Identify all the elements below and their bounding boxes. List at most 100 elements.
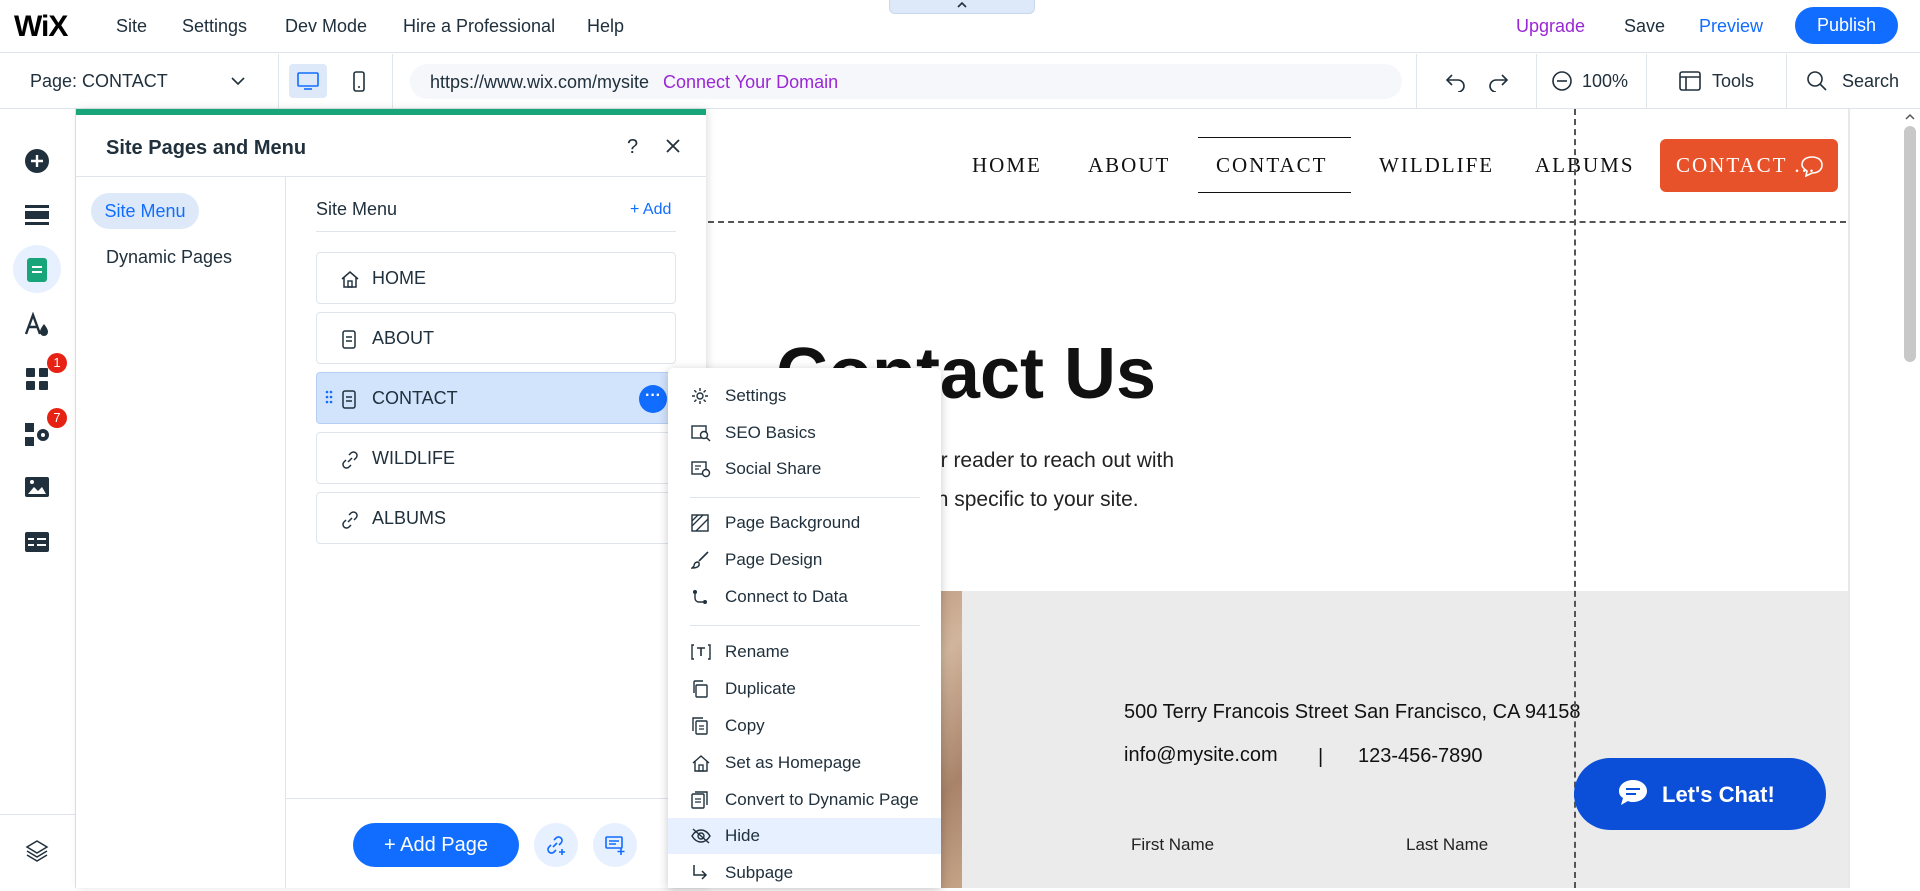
divider [690, 497, 920, 498]
tab-site-menu[interactable]: Site Menu [91, 193, 199, 229]
page-item-label: CONTACT [372, 388, 458, 408]
divider [278, 54, 279, 109]
ctx-rename[interactable]: Rename [668, 634, 941, 670]
site-nav-about[interactable]: ABOUT [1088, 153, 1170, 178]
tools-icon[interactable] [1678, 70, 1702, 92]
duplicate-icon [693, 680, 708, 698]
page-item-albums[interactable]: ALBUMS [316, 492, 676, 544]
ctx-label: Duplicate [725, 679, 796, 698]
divider [0, 814, 76, 815]
phone-text[interactable]: 123-456-7890 [1358, 745, 1483, 768]
gear-icon [692, 388, 708, 404]
divider [285, 798, 706, 799]
mobile-view-button[interactable] [342, 64, 376, 98]
desktop-view-button[interactable] [289, 64, 327, 98]
ctx-seo-basics[interactable]: SEO Basics [668, 415, 941, 451]
tools-button[interactable]: Tools [1712, 71, 1754, 92]
add-section-button[interactable] [13, 191, 61, 239]
page-context-menu: Settings SEO Basics Social Share Page Ba… [668, 368, 941, 888]
ctx-label: Copy [725, 716, 765, 735]
ctx-copy[interactable]: Copy [668, 708, 941, 744]
menu-help[interactable]: Help [587, 16, 624, 37]
add-link-button[interactable] [534, 823, 578, 867]
site-design-button[interactable] [13, 300, 61, 348]
divider [285, 176, 286, 888]
active-nav-border [1198, 192, 1351, 193]
ctx-page-background[interactable]: Page Background [668, 505, 941, 541]
page-selector[interactable]: Page: CONTACT [30, 71, 168, 92]
site-contact-button[interactable]: CONTACT ... [1660, 139, 1838, 192]
menu-site[interactable]: Site [116, 16, 147, 37]
ctx-page-design[interactable]: Page Design [668, 542, 941, 578]
eye-off-icon [691, 828, 711, 844]
ctx-set-as-homepage[interactable]: Set as Homepage [668, 745, 941, 781]
drag-handle-icon[interactable] [325, 390, 333, 404]
redo-icon[interactable] [1486, 70, 1510, 92]
site-nav-wildlife[interactable]: WILDLIFE [1379, 153, 1494, 178]
zoom-out-icon[interactable] [1551, 70, 1573, 92]
wix-logo[interactable]: WiX [14, 10, 68, 44]
divider [1416, 54, 1417, 109]
scroll-up-icon[interactable] [1903, 112, 1917, 122]
media-button[interactable] [13, 464, 61, 512]
close-icon[interactable] [664, 137, 682, 155]
sections-icon [25, 205, 49, 225]
connect-domain-link[interactable]: Connect Your Domain [663, 72, 838, 93]
search-button[interactable]: Search [1842, 71, 1899, 92]
separator: | [1318, 746, 1324, 768]
url-bar[interactable]: https://www.wix.com/mysite Connect Your … [410, 64, 1402, 99]
site-nav-albums[interactable]: ALBUMS [1535, 153, 1635, 178]
page-item-about[interactable]: ABOUT [316, 312, 676, 364]
panel-accent-bar [76, 109, 706, 115]
pages-menu-button[interactable] [13, 245, 61, 293]
email-text[interactable]: info@mysite.com [1124, 744, 1278, 767]
site-nav-contact[interactable]: CONTACT [1216, 153, 1327, 178]
dynamic-page-icon [691, 791, 708, 809]
ctx-social-share[interactable]: Social Share [668, 451, 941, 487]
active-nav-border [1198, 137, 1351, 138]
lets-chat-button[interactable]: Let's Chat! [1574, 758, 1826, 830]
first-name-label[interactable]: First Name [1131, 835, 1214, 855]
add-menu-item-button[interactable]: + Add [630, 201, 671, 219]
page-item-contact[interactable]: CONTACT ··· [316, 372, 676, 424]
site-nav-home[interactable]: HOME [972, 153, 1042, 178]
undo-icon[interactable] [1444, 70, 1468, 92]
business-tools-button[interactable]: 7 [13, 408, 67, 458]
chat-label: Let's Chat! [1662, 782, 1775, 807]
ctx-duplicate[interactable]: Duplicate [668, 671, 941, 707]
menu-dev-mode[interactable]: Dev Mode [285, 16, 367, 37]
layers-button[interactable] [13, 827, 61, 875]
chevron-down-icon[interactable] [230, 74, 246, 88]
ctx-hide[interactable]: Hide [668, 818, 941, 854]
page-item-wildlife[interactable]: WILDLIFE [316, 432, 676, 484]
zoom-level[interactable]: 100% [1582, 71, 1628, 92]
help-button[interactable]: ? [627, 136, 638, 159]
more-actions-button[interactable]: ··· [639, 385, 667, 413]
copy-icon [692, 717, 708, 735]
cms-button[interactable] [13, 519, 61, 567]
tab-dynamic-pages[interactable]: Dynamic Pages [106, 247, 232, 268]
chat-bubble-icon [1801, 156, 1823, 177]
menu-hire-professional[interactable]: Hire a Professional [403, 16, 555, 37]
search-icon[interactable] [1806, 70, 1828, 92]
add-page-button[interactable]: + Add Page [353, 823, 519, 867]
page-item-home[interactable]: HOME [316, 252, 676, 304]
save-button[interactable]: Save [1624, 16, 1665, 37]
upgrade-link[interactable]: Upgrade [1516, 16, 1585, 37]
ctx-subpage[interactable]: Subpage [668, 855, 941, 891]
preview-button[interactable]: Preview [1699, 16, 1763, 37]
menu-settings[interactable]: Settings [182, 16, 247, 37]
scrollbar-thumb[interactable] [1904, 126, 1916, 362]
publish-button[interactable]: Publish [1795, 7, 1898, 44]
ctx-label: Page Design [725, 550, 823, 569]
ctx-convert-to-dynamic-page[interactable]: Convert to Dynamic Page [668, 782, 941, 818]
add-elements-button[interactable] [13, 136, 61, 184]
add-apps-button[interactable]: 1 [13, 353, 67, 403]
notification-badge: 7 [47, 408, 67, 428]
last-name-label[interactable]: Last Name [1406, 835, 1488, 855]
collapse-toolbar-tab[interactable] [889, 0, 1035, 14]
ctx-settings[interactable]: Settings [668, 378, 941, 414]
address-text[interactable]: 500 Terry Francois Street San Francisco,… [1124, 701, 1581, 724]
ctx-connect-to-data[interactable]: Connect to Data [668, 579, 941, 615]
add-dynamic-page-button[interactable] [593, 823, 637, 867]
